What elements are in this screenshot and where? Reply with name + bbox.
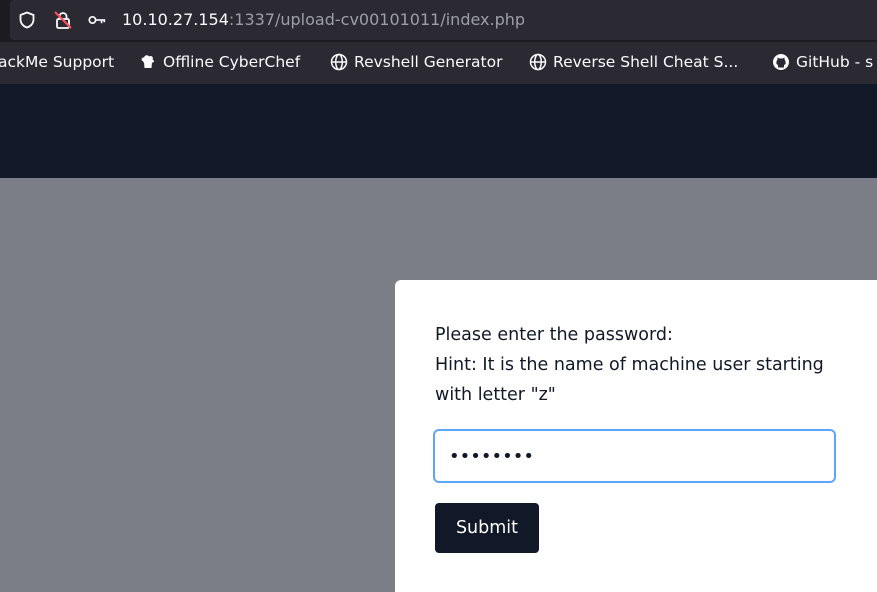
globe-icon	[529, 53, 547, 71]
bookmark-github[interactable]: GitHub - s	[772, 52, 873, 72]
prompt-line-3: with letter "z"	[435, 385, 556, 405]
password-card: Please enter the password: Hint: It is t…	[395, 280, 877, 592]
password-prompt: Please enter the password: Hint: It is t…	[435, 320, 855, 410]
bookmark-label: GitHub - s	[796, 53, 874, 71]
globe-icon	[330, 53, 348, 71]
bookmark-label: Revshell Generator	[354, 53, 503, 71]
insecure-lock-icon[interactable]	[53, 10, 73, 30]
submit-button[interactable]: Submit	[435, 503, 539, 553]
bookmark-label: Reverse Shell Cheat S...	[553, 53, 739, 71]
bookmark-revshell-generator[interactable]: Revshell Generator	[330, 52, 502, 72]
bookmark-label: ackMe Support	[0, 53, 115, 71]
key-icon[interactable]	[87, 10, 107, 30]
browser-url-bar: 10.10.27.154:1337/upload-cv00101011/inde…	[0, 0, 877, 41]
chef-icon	[139, 53, 157, 71]
shield-icon[interactable]	[17, 10, 37, 30]
bookmark-label: Offline CyberChef	[163, 53, 301, 71]
url-host: 10.10.27.154	[122, 10, 229, 29]
bookmark-offline-cyberchef[interactable]: Offline CyberChef	[139, 52, 300, 72]
password-input[interactable]	[433, 429, 836, 483]
url-text[interactable]: 10.10.27.154:1337/upload-cv00101011/inde…	[122, 10, 525, 30]
prompt-line-1: Please enter the password:	[435, 325, 673, 345]
page-header	[0, 84, 877, 178]
bookmark-reverse-shell-cheat-sheet[interactable]: Reverse Shell Cheat S...	[529, 52, 738, 72]
bookmarks-bar: ackMe Support Offline CyberChef Revshell…	[0, 41, 877, 84]
url-path: :1337/upload-cv00101011/index.php	[228, 10, 526, 29]
github-icon	[772, 53, 790, 71]
bookmark-tryhackme-support[interactable]: ackMe Support	[0, 52, 114, 72]
prompt-line-2: Hint: It is the name of machine user sta…	[435, 355, 824, 375]
